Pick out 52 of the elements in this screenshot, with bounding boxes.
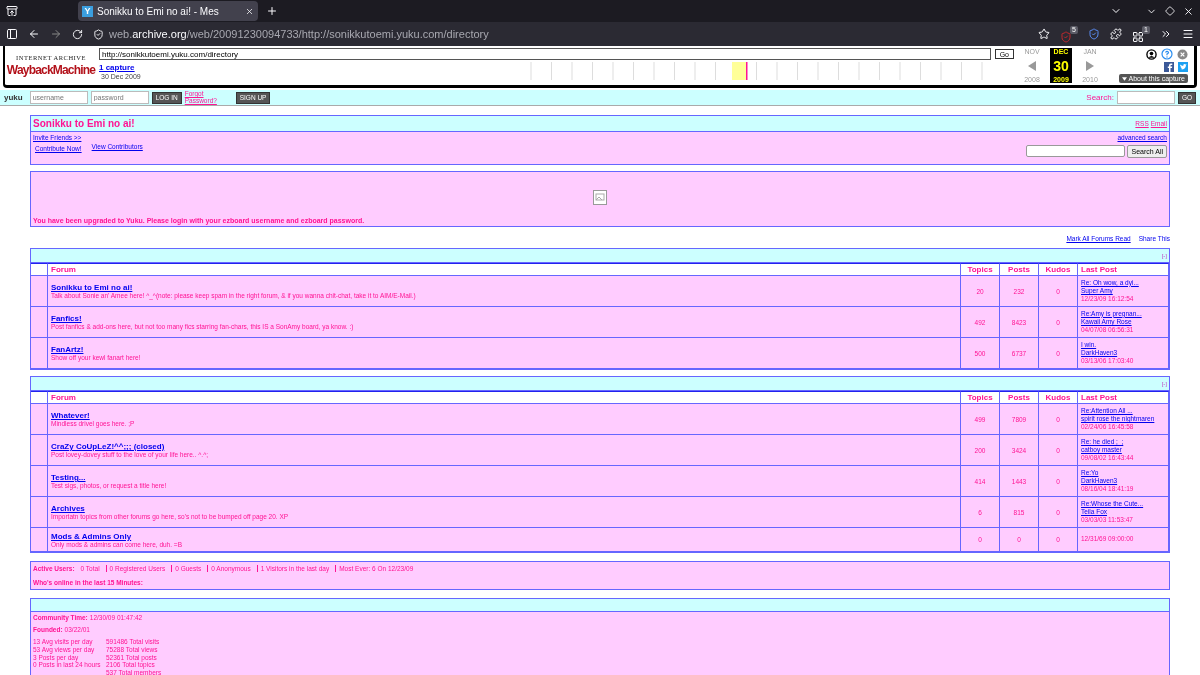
forum-link[interactable]: Mods & Admins Only [51,531,132,541]
search-field[interactable] [1116,91,1175,104]
twitter-icon[interactable] [1178,62,1188,72]
help-icon[interactable] [1161,48,1173,60]
column-header: Posts [1000,263,1039,276]
broken-image-icon [593,190,607,205]
back-icon[interactable] [28,28,40,40]
user-icon[interactable] [1146,48,1157,60]
column-header: Kudos [1039,391,1078,404]
blank-header-cell [31,391,48,404]
forum-link[interactable]: Whatever! [51,411,90,420]
column-header: Forum [48,391,961,404]
address-field[interactable]: web.archive.org/web/20091230094733/http://sonikkutoemi.yuku.com/directory [109,28,489,40]
puzzle-icon[interactable] [1110,28,1122,40]
forward-icon[interactable] [50,28,62,40]
close-icon[interactable] [245,6,254,16]
prev-arrow-icon[interactable] [1028,60,1036,71]
forum-link[interactable]: Archives [51,504,85,513]
forum-link[interactable]: Sonikku to Emi no ai! [51,283,133,292]
column-header: Topics [961,263,1000,276]
captures-link[interactable]: 1 capture [99,62,135,72]
star-icon[interactable] [1038,28,1050,40]
blank-header-cell [31,263,48,276]
yuku-logo[interactable]: yuku [4,93,23,102]
column-header: Last Post [1078,391,1169,404]
chevrons-icon[interactable] [1160,28,1172,40]
column-header: Topics [961,391,1000,404]
browser-tab[interactable]: Y Sonikku to Emi no ai! - Mes [78,1,258,21]
forum-title: Sonikku to Emi no ai! [33,118,135,129]
restore-icon[interactable] [1165,6,1175,16]
forum-link[interactable]: Testing... [51,473,86,482]
wayback-logo[interactable]: WaybackMachine [6,63,96,76]
column-header: Kudos [1039,263,1078,276]
search-field[interactable] [1026,145,1126,157]
sidebar-icon[interactable] [6,28,18,40]
new-tab-icon[interactable] [266,5,278,17]
reload-icon[interactable] [72,28,83,40]
column-header: Forum [48,263,961,276]
close-icon[interactable] [1183,5,1194,17]
menu-icon[interactable] [1182,28,1194,40]
shield-icon[interactable] [1088,28,1100,40]
facebook-icon[interactable] [1164,62,1174,72]
next-arrow-icon[interactable] [1086,60,1094,71]
search-label: Search: [1086,93,1114,102]
forum-link[interactable]: CraZy CoUpLeZ!^^;;; (closed) [51,442,165,451]
column-header: Last Post [1078,263,1169,276]
triangle-icon [1121,76,1127,81]
column-header: Posts [1000,391,1039,404]
shield-icon [93,28,104,40]
forum-link[interactable]: FanArtz! [51,345,84,354]
forum-link[interactable]: Fanfics! [51,314,82,323]
url-field[interactable]: http://sonikkutoemi.yuku.com/directory [99,48,991,60]
